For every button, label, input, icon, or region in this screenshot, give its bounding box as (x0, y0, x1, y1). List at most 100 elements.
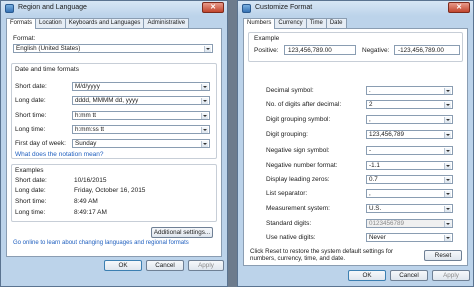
decimal-symbol-value: . (369, 87, 371, 94)
digits-after-decimal-select[interactable]: 2 (366, 100, 453, 109)
reset-button[interactable]: Reset (424, 250, 462, 261)
formats-panel: Format: English (United States) Date and… (6, 28, 222, 257)
long-time-value: h:mm:ss tt (75, 126, 105, 133)
additional-settings-button[interactable]: Additional settings... (151, 227, 213, 238)
long-time-label: Long time: (15, 126, 46, 133)
format-select[interactable]: English (United States) (13, 44, 213, 53)
region-language-window: Region and Language ✕ Formats Location K… (0, 0, 228, 287)
close-icon[interactable]: ✕ (202, 2, 224, 13)
negative-sign-symbol-label: Negative sign symbol: (266, 147, 330, 154)
notation-link[interactable]: What does the notation mean? (15, 151, 104, 158)
close-icon[interactable]: ✕ (448, 2, 470, 13)
window-title: Customize Format (255, 4, 313, 11)
tab-date[interactable]: Date (325, 18, 347, 28)
native-digits-value: Never (369, 234, 386, 241)
positive-example: 123,456,789.00 (284, 45, 356, 55)
standard-digits-value: 0123456789 (369, 220, 405, 227)
long-time-select[interactable]: h:mm:ss tt (72, 125, 210, 134)
measurement-system-label: Measurement system: (266, 205, 330, 212)
window-title: Region and Language (18, 4, 87, 11)
digit-grouping-value: 123,456,789 (369, 131, 405, 138)
tab-keyboards-languages[interactable]: Keyboards and Languages (64, 18, 145, 28)
list-separator-select[interactable]: , (366, 189, 453, 198)
chevron-down-icon (444, 163, 451, 169)
standard-digits-select[interactable]: 0123456789 (366, 219, 453, 228)
numbers-panel: Example Positive: 123,456,789.00 Negativ… (243, 28, 468, 266)
leading-zeros-select[interactable]: 0.7 (366, 175, 453, 184)
digit-grouping-label: Digit grouping: (266, 131, 308, 138)
chevron-down-icon (201, 127, 208, 133)
negative-sign-symbol-select[interactable]: - (366, 146, 453, 155)
chevron-down-icon (444, 177, 451, 183)
digit-grouping-select[interactable]: 123,456,789 (366, 130, 453, 139)
example-long-time-label: Long time: (15, 209, 46, 216)
first-day-select[interactable]: Sunday (72, 139, 210, 148)
tab-currency[interactable]: Currency (274, 18, 307, 28)
negative-number-format-select[interactable]: -1.1 (366, 161, 453, 170)
example-short-date-value: 10/16/2015 (74, 177, 107, 184)
first-day-label: First day of week: (15, 140, 66, 147)
chevron-down-icon (444, 148, 451, 154)
title-bar[interactable]: Region and Language ✕ (1, 1, 227, 16)
short-time-label: Short time: (15, 112, 47, 119)
example-short-time-value: 8:49 AM (74, 198, 98, 205)
title-bar[interactable]: Customize Format ✕ (238, 1, 473, 16)
leading-zeros-label: Display leading zeros: (266, 176, 330, 183)
chevron-down-icon (201, 98, 208, 104)
tab-location[interactable]: Location (35, 18, 66, 28)
date-time-header: Date and time formats (15, 66, 79, 73)
measurement-system-select[interactable]: U.S. (366, 204, 453, 213)
standard-digits-label: Standard digits: (266, 220, 312, 227)
short-date-value: M/d/yyyy (75, 83, 100, 90)
cancel-button[interactable]: Cancel (390, 270, 428, 281)
short-date-select[interactable]: M/d/yyyy (72, 82, 210, 91)
tab-numbers[interactable]: Numbers (243, 18, 276, 29)
digits-after-decimal-value: 2 (369, 101, 373, 108)
short-time-select[interactable]: h:mm tt (72, 111, 210, 120)
tab-time[interactable]: Time (305, 18, 327, 28)
ok-button[interactable]: OK (348, 270, 386, 281)
globe-icon (5, 4, 14, 13)
examples-header: Examples (15, 167, 44, 174)
decimal-symbol-label: Decimal symbol: (266, 87, 314, 94)
apply-button[interactable]: Apply (188, 260, 224, 271)
list-separator-value: , (369, 190, 371, 197)
example-header: Example (254, 35, 280, 42)
leading-zeros-value: 0.7 (369, 176, 378, 183)
chevron-down-icon (444, 88, 451, 94)
reset-instructions: Click Reset to restore the system defaul… (250, 248, 394, 262)
chevron-down-icon (204, 46, 211, 52)
digit-grouping-symbol-value: , (369, 116, 371, 123)
example-short-date-label: Short date: (15, 177, 47, 184)
decimal-symbol-select[interactable]: . (366, 86, 453, 95)
short-time-value: h:mm tt (75, 112, 96, 119)
cancel-button[interactable]: Cancel (146, 260, 184, 271)
digit-grouping-symbol-select[interactable]: , (366, 115, 453, 124)
tab-administrative[interactable]: Administrative (143, 18, 190, 28)
chevron-down-icon (444, 206, 451, 212)
tab-formats[interactable]: Formats (6, 18, 37, 29)
long-date-value: dddd, MMMM dd, yyyy (75, 97, 139, 104)
online-formats-link[interactable]: Go online to learn about changing langua… (13, 240, 189, 246)
short-date-label: Short date: (15, 83, 47, 90)
ok-button[interactable]: OK (104, 260, 142, 271)
chevron-down-icon (444, 221, 451, 227)
digits-after-decimal-label: No. of digits after decimal: (266, 101, 342, 108)
negative-sign-symbol-value: - (369, 147, 372, 154)
negative-label: Negative: (362, 47, 390, 54)
example-short-time-label: Short time: (15, 198, 47, 205)
example-long-date-label: Long date: (15, 187, 46, 194)
digit-grouping-symbol-label: Digit grouping symbol: (266, 116, 331, 123)
apply-button[interactable]: Apply (432, 270, 470, 281)
measurement-system-value: U.S. (369, 205, 382, 212)
negative-example: -123,456,789.00 (394, 45, 460, 55)
first-day-value: Sunday (75, 140, 97, 147)
format-value: English (United States) (16, 45, 81, 52)
tab-bar: Numbers Currency Time Date (243, 18, 347, 29)
long-date-select[interactable]: dddd, MMMM dd, yyyy (72, 96, 210, 105)
native-digits-select[interactable]: Never (366, 233, 453, 242)
native-digits-label: Use native digits: (266, 234, 316, 241)
example-long-date-value: Friday, October 16, 2015 (74, 187, 146, 194)
globe-icon (242, 4, 251, 13)
positive-label: Positive: (254, 47, 279, 54)
